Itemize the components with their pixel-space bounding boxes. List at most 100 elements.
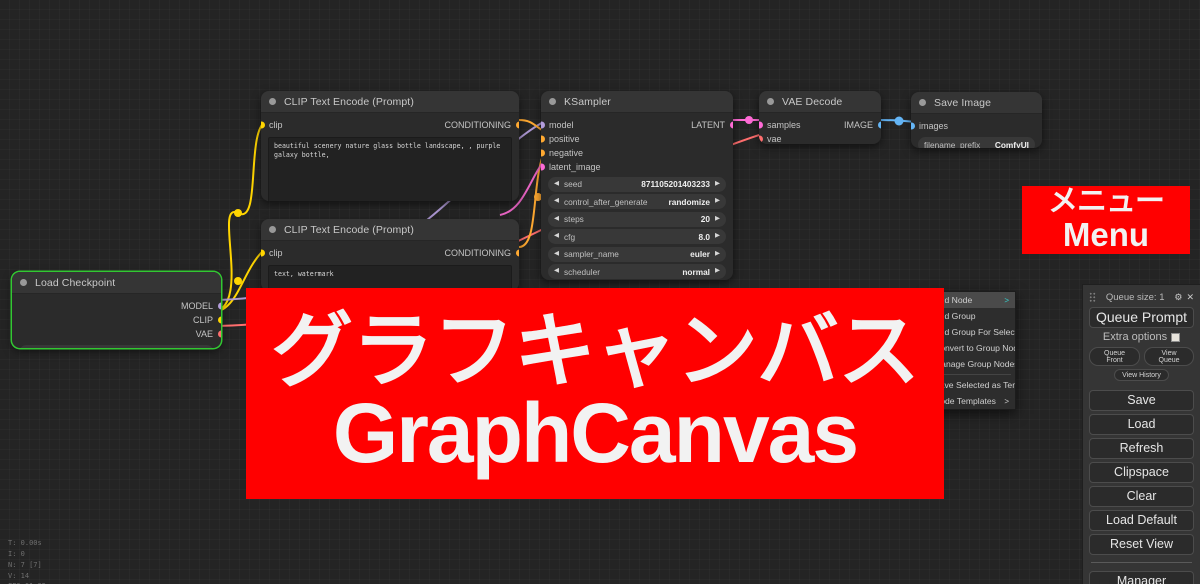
conditioning-output-dot-icon[interactable] [515, 121, 519, 129]
widget-value[interactable]: v1-5-pruned-emaonly.ckpt [95, 348, 198, 349]
node-title-bar[interactable]: CLIP Text Encode (Prompt) [261, 91, 519, 113]
annotation-canvas-english: GraphCanvas [332, 386, 859, 481]
model-input-dot-icon[interactable] [541, 121, 545, 129]
node-clip-text-encode-negative[interactable]: CLIP Text Encode (Prompt) clip CONDITION… [261, 219, 519, 291]
view-queue-button[interactable]: View Queue [1144, 347, 1194, 366]
node-load-checkpoint[interactable]: Load Checkpoint MODEL CLIP VAE ◀ ckpt_na… [12, 272, 221, 348]
node-save-image[interactable]: Save Image images filename_prefix ComfyU… [911, 92, 1042, 148]
widget-scheduler[interactable]: ◀ scheduler normal ▶ [548, 264, 726, 279]
node-ksampler[interactable]: KSampler model LATENT positive negative … [541, 91, 733, 280]
node-body: clip CONDITIONING text, watermark [261, 241, 519, 291]
extra-options-row[interactable]: Extra options [1089, 331, 1194, 343]
gear-icon[interactable]: ⚙ [1174, 292, 1182, 302]
queue-prompt-button[interactable]: Queue Prompt [1089, 307, 1194, 328]
collapse-dot-icon[interactable] [20, 279, 27, 286]
widget-value[interactable]: randomize [669, 197, 711, 207]
collapse-dot-icon[interactable] [549, 98, 556, 105]
output-slot-vae[interactable]: VAE [12, 327, 221, 341]
close-icon[interactable]: ✕ [1186, 292, 1194, 302]
samples-input-dot-icon[interactable] [759, 121, 763, 129]
drag-handle-icon[interactable] [1089, 291, 1096, 303]
menu-divider [1091, 562, 1192, 563]
reset-view-button[interactable]: Reset View [1089, 534, 1194, 555]
decrement-arrow-icon[interactable]: ◀ [554, 268, 559, 275]
input-slot-clip[interactable]: clip CONDITIONING [261, 118, 519, 132]
positive-input-dot-icon[interactable] [541, 135, 545, 143]
decrement-arrow-icon[interactable]: ◀ [554, 250, 559, 258]
node-vae-decode[interactable]: VAE Decode samples IMAGE vae [759, 91, 881, 144]
latent-output-dot-icon[interactable] [729, 121, 733, 129]
output-slot-model[interactable]: MODEL [12, 299, 221, 313]
increment-arrow-icon[interactable]: ▶ [715, 180, 720, 188]
widget-filename-prefix[interactable]: filename_prefix ComfyUI [918, 137, 1035, 148]
widget-ckpt-name[interactable]: ◀ ckpt_name v1-5-pruned-emaonly.ckpt ▶ [19, 345, 214, 348]
node-title-bar[interactable]: VAE Decode [759, 91, 881, 113]
output-slot-label: VAE [195, 329, 213, 339]
input-slot-vae[interactable]: vae [759, 132, 881, 144]
collapse-dot-icon[interactable] [269, 98, 276, 105]
vae-output-dot-icon[interactable] [217, 330, 221, 338]
clipspace-button[interactable]: Clipspace [1089, 462, 1194, 483]
collapse-dot-icon[interactable] [767, 98, 774, 105]
widget-value[interactable]: 20 [701, 214, 710, 224]
save-button[interactable]: Save [1089, 390, 1194, 411]
node-title-bar[interactable]: Load Checkpoint [12, 272, 221, 294]
refresh-button[interactable]: Refresh [1089, 438, 1194, 459]
decrement-arrow-icon[interactable]: ◀ [554, 215, 559, 223]
load-button[interactable]: Load [1089, 414, 1194, 435]
input-slot-label: clip [269, 120, 283, 130]
queue-front-button[interactable]: Queue Front [1089, 347, 1141, 366]
node-title-bar[interactable]: Save Image [911, 92, 1042, 114]
input-slot-images[interactable]: images [911, 119, 1042, 133]
decrement-arrow-icon[interactable]: ◀ [554, 198, 559, 205]
view-history-button[interactable]: View History [1114, 369, 1169, 381]
load-default-button[interactable]: Load Default [1089, 510, 1194, 531]
vae-input-dot-icon[interactable] [759, 135, 763, 143]
clip-output-dot-icon[interactable] [217, 316, 221, 324]
increment-arrow-icon[interactable]: ▶ [715, 215, 720, 223]
increment-arrow-icon[interactable]: ▶ [715, 268, 720, 275]
node-title-text: Load Checkpoint [35, 276, 116, 289]
clip-input-dot-icon[interactable] [261, 121, 265, 129]
input-slot-clip[interactable]: clip CONDITIONING [261, 246, 519, 260]
comfyui-graph-canvas[interactable]: CLIP Text Encode (Prompt) clip CONDITION… [0, 0, 1200, 584]
prompt-textarea[interactable]: beautiful scenery nature glass bottle la… [268, 137, 512, 201]
input-slot-negative[interactable]: negative [541, 146, 733, 160]
widget-seed[interactable]: ◀ seed 871105201403233 ▶ [548, 176, 726, 192]
images-input-dot-icon[interactable] [911, 122, 915, 130]
increment-arrow-icon[interactable]: ▶ [715, 233, 720, 240]
extra-options-checkbox[interactable] [1171, 332, 1181, 342]
widget-value[interactable]: ComfyUI [995, 140, 1029, 149]
widget-value[interactable]: 871105201403233 [641, 179, 710, 189]
clear-button[interactable]: Clear [1089, 486, 1194, 507]
collapse-dot-icon[interactable] [919, 99, 926, 106]
decrement-arrow-icon[interactable]: ◀ [554, 233, 559, 240]
input-slot-model[interactable]: model LATENT [541, 118, 733, 132]
collapse-dot-icon[interactable] [269, 226, 276, 233]
conditioning-output-dot-icon[interactable] [515, 249, 519, 257]
widget-control-after-generate[interactable]: ◀ control_after_generate randomize ▶ [548, 194, 726, 209]
node-title-bar[interactable]: CLIP Text Encode (Prompt) [261, 219, 519, 241]
input-slot-samples[interactable]: samples IMAGE [759, 118, 881, 132]
increment-arrow-icon[interactable]: ▶ [715, 198, 720, 205]
decrement-arrow-icon[interactable]: ◀ [554, 180, 559, 188]
node-title-bar[interactable]: KSampler [541, 91, 733, 113]
input-slot-positive[interactable]: positive [541, 132, 733, 146]
node-clip-text-encode-positive[interactable]: CLIP Text Encode (Prompt) clip CONDITION… [261, 91, 519, 201]
input-slot-latent-image[interactable]: latent_image [541, 160, 733, 174]
manager-button[interactable]: Manager [1089, 571, 1194, 584]
widget-cfg[interactable]: ◀ cfg 8.0 ▶ [548, 229, 726, 244]
widget-steps[interactable]: ◀ steps 20 ▶ [548, 211, 726, 227]
negative-input-dot-icon[interactable] [541, 149, 545, 157]
clip-input-dot-icon[interactable] [261, 249, 265, 257]
increment-arrow-icon[interactable]: ▶ [715, 250, 720, 258]
model-output-dot-icon[interactable] [217, 302, 221, 310]
latent-image-input-dot-icon[interactable] [541, 163, 545, 171]
output-slot-clip[interactable]: CLIP [12, 313, 221, 327]
widget-sampler-name[interactable]: ◀ sampler_name euler ▶ [548, 246, 726, 262]
widget-value[interactable]: 8.0 [698, 232, 710, 242]
widget-value[interactable]: euler [690, 249, 710, 259]
comfyui-menu-panel[interactable]: Queue size: 1 ⚙ ✕ Queue Prompt Extra opt… [1082, 284, 1200, 584]
widget-value[interactable]: normal [682, 267, 710, 277]
image-output-dot-icon[interactable] [877, 121, 881, 129]
